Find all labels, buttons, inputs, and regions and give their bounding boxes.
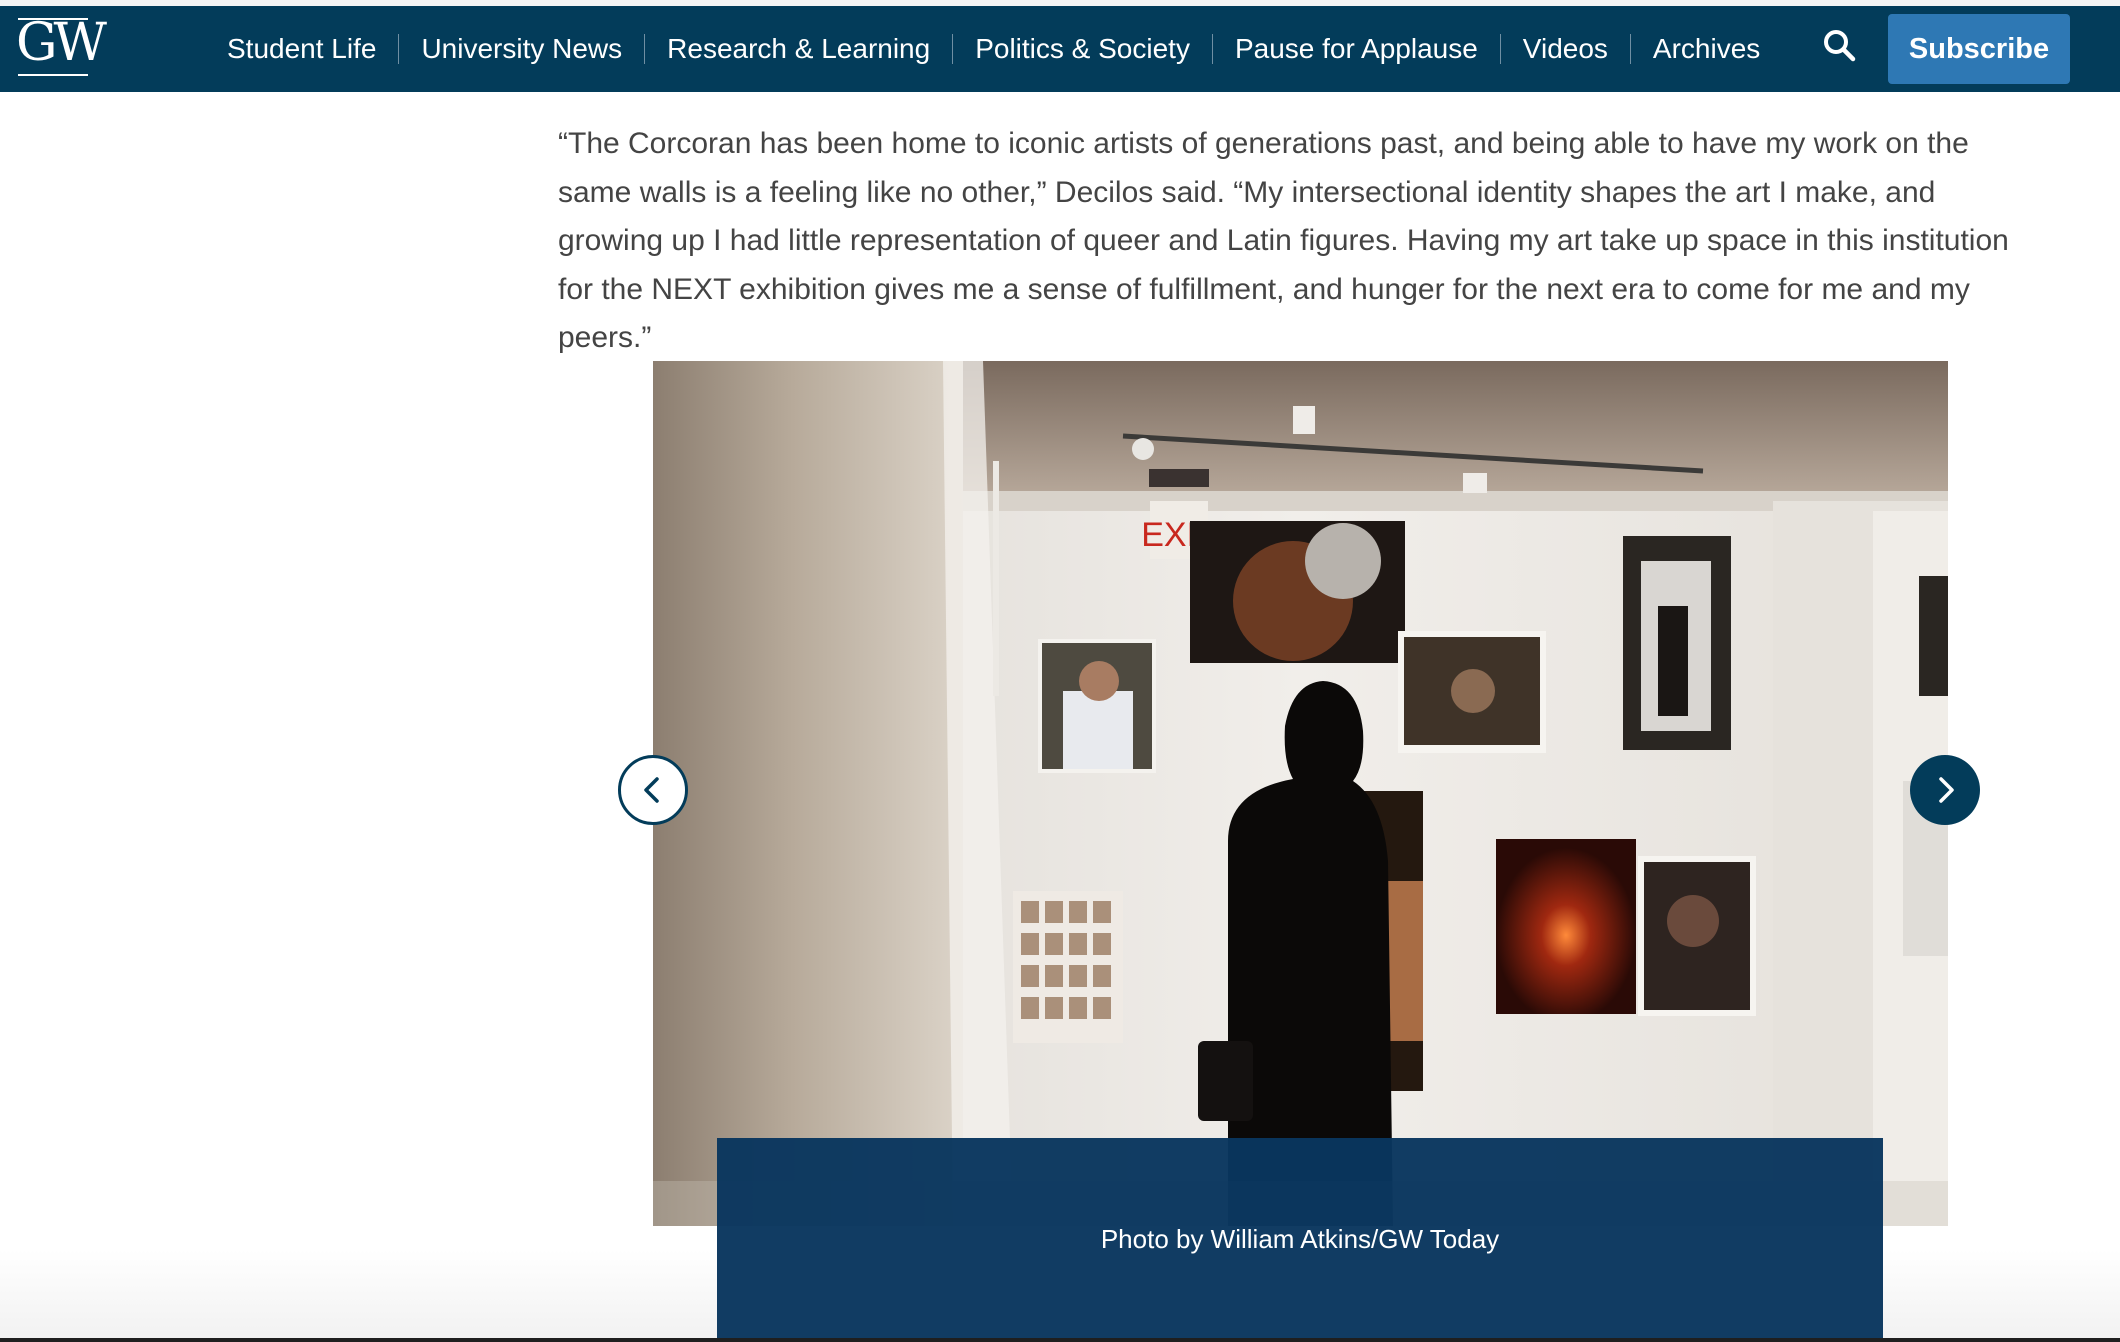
photo-caption: Photo by William Atkins/GW Today (717, 1138, 1883, 1342)
nav-research-learning[interactable]: Research & Learning (645, 34, 954, 64)
search-icon[interactable] (1820, 26, 1860, 66)
logo-text: GW (16, 13, 107, 73)
gw-logo[interactable]: GW (16, 13, 107, 76)
carousel-next-button[interactable] (1910, 755, 1980, 825)
chevron-right-icon (1939, 777, 1954, 803)
nav-videos[interactable]: Videos (1501, 34, 1631, 64)
carousel-prev-button[interactable] (618, 755, 688, 825)
page-bottom-fade-right (1883, 1250, 2120, 1342)
window-bottom-edge (0, 1338, 2120, 1342)
nav-archives[interactable]: Archives (1631, 34, 1782, 64)
logo-rule-bottom (18, 74, 88, 76)
article-quote: “The Corcoran has been home to iconic ar… (558, 127, 2009, 354)
nav-university-news[interactable]: University News (399, 34, 646, 64)
carousel-photo: EXIT (653, 361, 1948, 1226)
chevron-left-icon (644, 777, 659, 803)
nav-politics-society[interactable]: Politics & Society (953, 34, 1213, 64)
logo-rule-top (18, 18, 88, 20)
subscribe-button[interactable]: Subscribe (1888, 14, 2070, 84)
nav-student-life[interactable]: Student Life (227, 34, 400, 64)
page-bottom-fade-left (0, 1250, 717, 1342)
main-navigation: Student Life University News Research & … (227, 6, 1782, 92)
photo-caption-text: Photo by William Atkins/GW Today (1100, 1224, 1500, 1254)
nav-pause-for-applause[interactable]: Pause for Applause (1213, 34, 1501, 64)
